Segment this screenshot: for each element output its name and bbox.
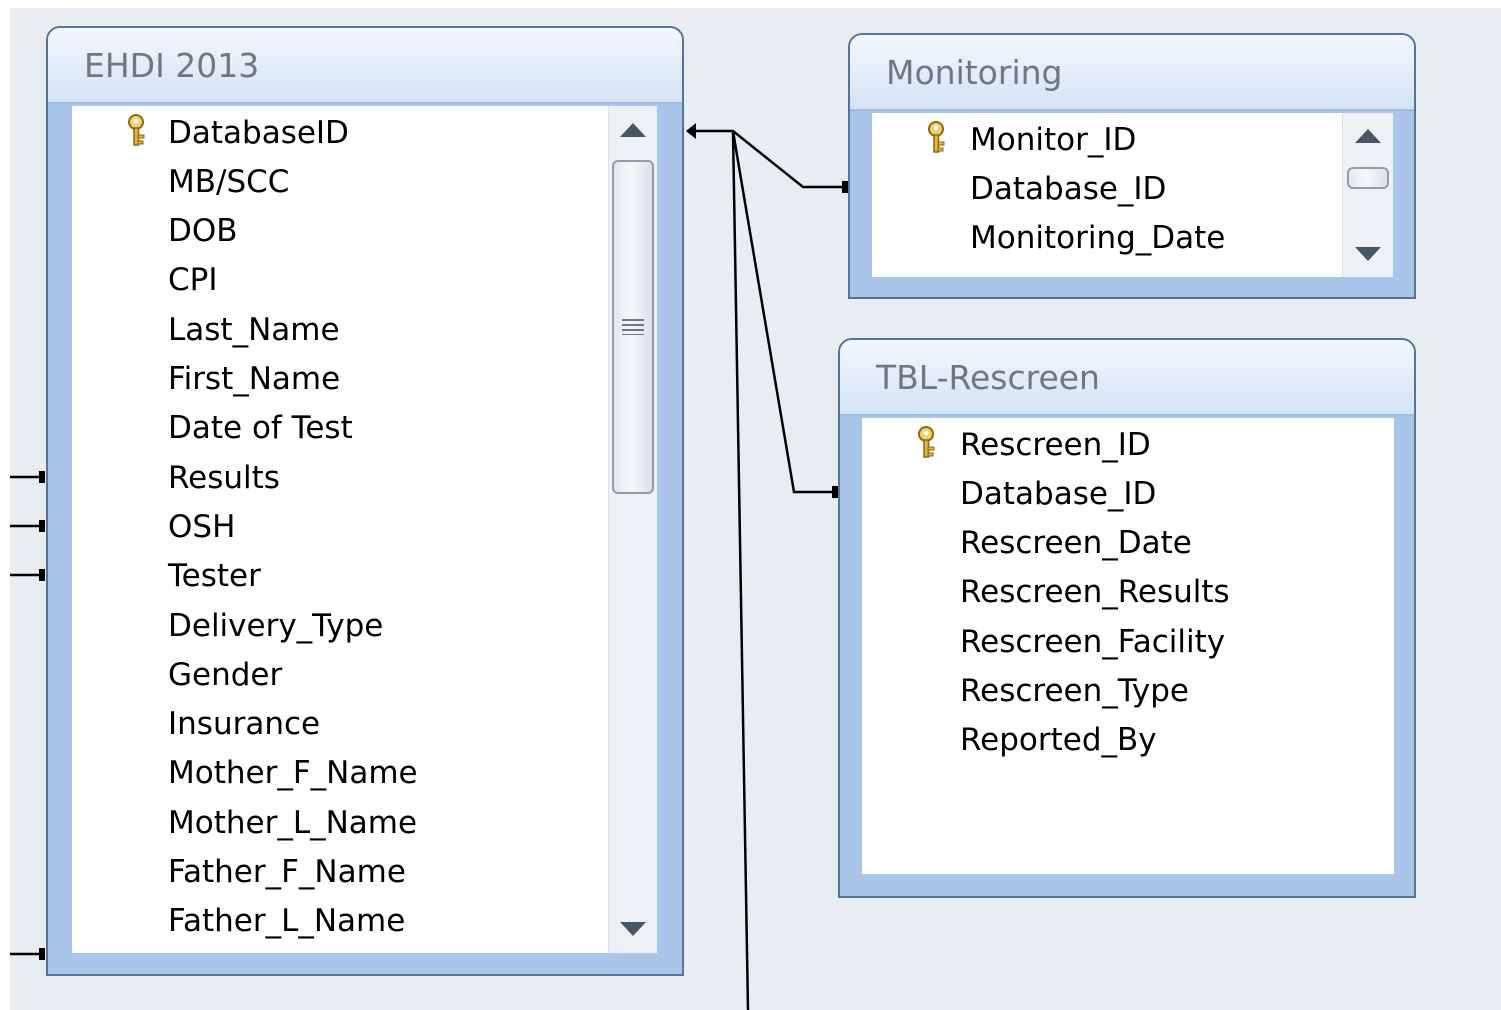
field-row[interactable]: Database_ID — [872, 164, 1342, 213]
relationship-line-rescreen — [731, 130, 838, 494]
field-name: Rescreen_Date — [960, 525, 1192, 562]
field-name: Date of Test — [168, 410, 353, 447]
field-row[interactable]: Rescreen_Results — [862, 568, 1394, 617]
field-row[interactable]: Rescreen_Type — [862, 667, 1394, 716]
field-row[interactable]: Mother_L_Name — [72, 798, 608, 847]
field-name: Monitor_ID — [970, 121, 1137, 158]
field-row[interactable]: OSH — [72, 502, 608, 551]
key-icon — [914, 425, 940, 461]
field-row[interactable]: Database_ID — [862, 469, 1394, 518]
key-icon — [924, 120, 950, 156]
field-name: Insurance — [168, 706, 321, 743]
field-name: OSH — [168, 508, 236, 545]
vertical-scrollbar[interactable] — [1342, 113, 1393, 277]
field-row[interactable]: First_Name — [72, 355, 608, 404]
field-row[interactable]: Rescreen_Date — [862, 519, 1394, 568]
field-name: Gender — [168, 656, 283, 693]
field-row[interactable]: Date of Test — [72, 404, 608, 453]
scroll-down-arrow-icon — [1355, 247, 1381, 261]
relationships-canvas: EHDI 2013 DatabaseID MB/SCC DOB CPI Last_Nam… — [10, 8, 1501, 1010]
table-title[interactable]: TBL-Rescreen — [840, 340, 1414, 416]
table-ehdi-2013[interactable]: EHDI 2013 DatabaseID MB/SCC DOB CPI Last_Nam… — [46, 26, 684, 976]
field-name: DatabaseID — [168, 114, 349, 151]
field-row[interactable]: Rescreen_ID — [862, 420, 1394, 469]
field-name: MB/SCC — [168, 163, 290, 200]
relationship-line-down — [731, 130, 750, 1010]
field-row[interactable]: Insurance — [72, 700, 608, 749]
field-name: Database_ID — [970, 170, 1167, 207]
table-title[interactable]: Monitoring — [850, 35, 1414, 111]
field-row[interactable]: Delivery_Type — [72, 601, 608, 650]
field-name: Mother_L_Name — [168, 804, 418, 841]
field-row[interactable]: MB/SCC — [72, 157, 608, 206]
field-row[interactable]: Monitoring_Date — [872, 213, 1342, 262]
field-row[interactable]: Father_L_Name — [72, 897, 608, 946]
field-name: Rescreen_Facility — [960, 623, 1226, 660]
field-name: Father_L_Name — [168, 903, 406, 940]
field-row[interactable]: DOB — [72, 207, 608, 256]
field-row[interactable]: Monitor_ID — [872, 115, 1342, 164]
field-name: Results — [168, 459, 280, 496]
vertical-scrollbar[interactable] — [608, 106, 657, 953]
field-row[interactable]: Reported_By — [862, 716, 1394, 765]
field-row[interactable]: Results — [72, 453, 608, 502]
field-name: Father_F_Name — [168, 854, 406, 890]
relationship-line-monitoring — [690, 129, 848, 189]
scroll-down-button[interactable] — [1343, 231, 1393, 277]
field-list: Rescreen_ID Database_ID Rescreen_Date Rescr… — [862, 418, 1394, 874]
scroll-grip-icon — [622, 319, 644, 335]
scroll-up-button[interactable] — [1343, 113, 1393, 159]
relationship-arrow-icon — [686, 123, 696, 139]
field-list: Monitor_ID Database_ID Monitoring_Date — [872, 113, 1342, 277]
field-row[interactable]: DatabaseID — [72, 108, 608, 157]
field-name: CPI — [168, 262, 218, 299]
field-row[interactable]: Father_F_Name — [72, 848, 608, 897]
field-name: Database_ID — [960, 475, 1157, 512]
field-name: Last_Name — [168, 311, 340, 348]
field-name: Reported_By — [960, 722, 1157, 759]
scroll-thumb[interactable] — [1347, 167, 1389, 189]
field-name: Rescreen_Results — [960, 574, 1230, 611]
table-monitoring[interactable]: Monitoring Monitor_ID Database_ID Monitori… — [848, 33, 1416, 299]
table-title[interactable]: EHDI 2013 — [48, 28, 682, 104]
field-name: Tester — [168, 558, 261, 595]
scroll-up-button[interactable] — [609, 106, 657, 154]
field-row[interactable]: Gender — [72, 650, 608, 699]
scroll-up-arrow-icon — [1355, 129, 1381, 143]
field-name: Rescreen_ID — [960, 426, 1151, 463]
scroll-up-arrow-icon — [620, 123, 646, 137]
field-name: Delivery_Type — [168, 607, 384, 644]
field-row[interactable]: Rescreen_Facility — [862, 617, 1394, 666]
field-name: Monitoring_Date — [970, 219, 1226, 256]
field-row[interactable]: Tester — [72, 552, 608, 601]
scroll-thumb[interactable] — [612, 160, 654, 494]
field-name: DOB — [168, 213, 238, 250]
table-tbl-rescreen[interactable]: TBL-Rescreen Rescreen_ID Database_ID Rescr… — [838, 338, 1416, 898]
field-row[interactable]: Mother_F_Name — [72, 749, 608, 798]
field-name: Rescreen_Type — [960, 673, 1189, 709]
key-icon — [124, 113, 150, 149]
field-name: Mother_F_Name — [168, 755, 418, 792]
scroll-down-arrow-icon — [620, 922, 646, 936]
field-list: DatabaseID MB/SCC DOB CPI Last_Name First_Nam… — [72, 106, 608, 953]
scroll-down-button[interactable] — [609, 905, 657, 953]
field-row[interactable]: CPI — [72, 256, 608, 305]
field-name: First_Name — [168, 361, 341, 397]
field-row[interactable]: Last_Name — [72, 305, 608, 354]
